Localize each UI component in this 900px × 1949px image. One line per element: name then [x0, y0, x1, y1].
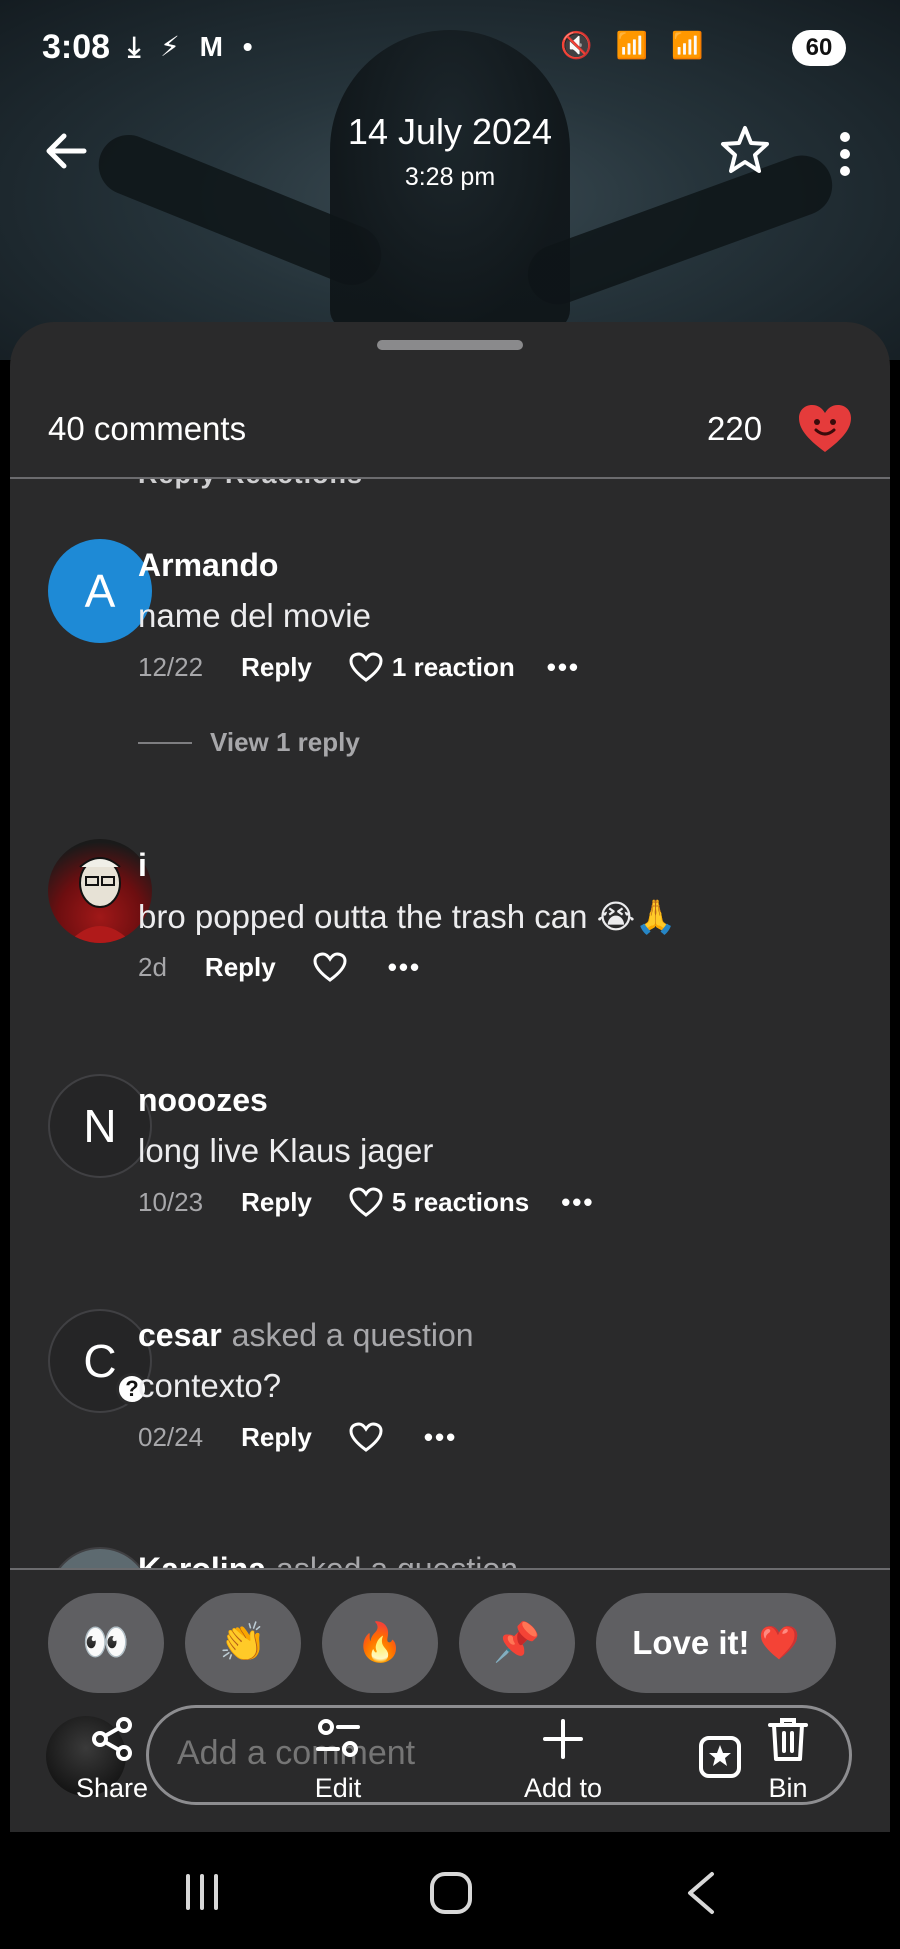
view-replies-label: View 1 reply	[210, 727, 360, 757]
plus-icon	[543, 1719, 583, 1759]
star-icon	[721, 126, 769, 173]
status-time: 3:08	[42, 28, 111, 66]
heart-outline-icon	[349, 1422, 383, 1452]
quick-reaction-clap[interactable]: 👏	[185, 1593, 301, 1693]
more-options-button[interactable]	[830, 127, 860, 181]
reply-button[interactable]: Reply	[241, 1422, 312, 1453]
comment-author[interactable]: nooozes	[138, 1082, 268, 1119]
viewer-header: 14 July 2024 3:28 pm	[0, 95, 900, 215]
comment-author-suffix: asked a question	[231, 1317, 474, 1353]
reply-button[interactable]: Reply	[205, 952, 276, 983]
bin-label: Bin	[768, 1773, 808, 1803]
quick-reaction-pin[interactable]: 📌	[459, 1593, 575, 1693]
comment-meta: 10/23 Reply 5 reactions •••	[138, 1186, 595, 1218]
partial-comment-meta: Reply Reactions	[138, 479, 363, 490]
avatar-illustration	[68, 857, 132, 943]
bin-button[interactable]: Bin	[718, 1705, 858, 1804]
system-icons: 🔇 📶 📶	[560, 30, 712, 60]
heart-reaction-button[interactable]	[796, 402, 854, 456]
comment-author[interactable]: cesar asked a question	[138, 1317, 474, 1354]
view-replies-button[interactable]: View 1 reply	[138, 727, 360, 758]
react-button[interactable]: 1 reaction	[348, 651, 515, 683]
react-button[interactable]: 5 reactions	[348, 1186, 529, 1218]
system-nav-bar	[0, 1838, 900, 1949]
comment-meta: 2d Reply •••	[138, 951, 421, 983]
comment-text: bro popped outta the trash can 😭🙏	[138, 898, 677, 935]
edit-label: Edit	[314, 1773, 362, 1803]
status-bar: 3:08 ⤓ ⚡ M • 🔇 📶 📶 60	[0, 0, 900, 95]
notification-icons: ⤓ ⚡ M •	[128, 31, 259, 62]
love-it-button[interactable]: Love it! ❤️	[596, 1593, 836, 1693]
likes-count: 220	[707, 410, 763, 447]
comment-author-name: Karolina	[138, 1551, 267, 1569]
avatar[interactable]	[48, 1547, 152, 1569]
reply-thread-line	[138, 741, 192, 744]
comments-header: 40 comments 220	[10, 372, 890, 477]
heart-face-icon	[799, 405, 851, 452]
comment-more-icon[interactable]: •••	[424, 1422, 457, 1453]
edit-button[interactable]: Edit	[268, 1705, 408, 1804]
sheet-drag-handle[interactable]	[377, 340, 523, 350]
list-divider	[10, 1568, 890, 1570]
reaction-count: 5 reactions	[391, 1186, 530, 1217]
share-icon	[92, 1717, 132, 1761]
comment-date: 12/22	[138, 651, 204, 682]
comment-author[interactable]: Armando	[138, 547, 278, 584]
add-to-button[interactable]: Add to	[493, 1705, 633, 1804]
heart-outline-icon	[349, 1187, 383, 1217]
back-nav-icon[interactable]	[680, 1870, 720, 1916]
comment-more-icon[interactable]: •••	[547, 652, 580, 683]
comment-author-name: cesar	[138, 1317, 222, 1353]
comment-date: 02/24	[138, 1421, 204, 1452]
comment-author[interactable]: i	[138, 847, 147, 884]
avatar[interactable]	[48, 839, 152, 943]
reply-button[interactable]: Reply	[241, 1187, 312, 1218]
comment-author-suffix: asked a question	[276, 1551, 518, 1569]
bottom-actions-bar: Share Edit Add to Bin	[0, 1705, 900, 1835]
comment-date: 2d	[138, 951, 167, 982]
quick-reaction-fire[interactable]: 🔥	[322, 1593, 438, 1693]
comments-count: 40 comments	[48, 410, 247, 447]
comments-list[interactable]: Reply Reactions A Armando name del movie…	[10, 479, 890, 1569]
sliders-icon	[316, 1719, 360, 1757]
battery-badge: 60	[792, 30, 846, 66]
comment-more-icon[interactable]: •••	[388, 952, 421, 983]
comment-text: contexto?	[138, 1367, 282, 1404]
reaction-count: 1 reaction	[391, 651, 515, 682]
comment-text: long live Klaus jager	[138, 1132, 434, 1169]
heart-outline-icon	[313, 952, 347, 982]
comment-meta: 02/24 Reply •••	[138, 1421, 457, 1453]
share-button[interactable]: Share	[42, 1705, 182, 1804]
heart-outline-icon	[349, 652, 383, 682]
quick-reactions-bar: 👀 👏 🔥 📌 Love it! ❤️	[0, 1585, 900, 1705]
react-button[interactable]	[312, 951, 356, 983]
comment-meta: 12/22 Reply 1 reaction •••	[138, 651, 580, 683]
quick-reaction-eyes[interactable]: 👀	[48, 1593, 164, 1693]
comment-more-icon[interactable]: •••	[561, 1187, 594, 1218]
comment-author[interactable]: Karolina asked a question	[138, 1551, 518, 1569]
favorite-button[interactable]	[718, 123, 772, 177]
react-button[interactable]	[348, 1421, 392, 1453]
home-icon[interactable]	[428, 1870, 474, 1916]
more-vertical-icon	[840, 132, 850, 176]
trash-icon	[768, 1718, 808, 1761]
comment-date: 10/23	[138, 1186, 204, 1217]
add-to-label: Add to	[523, 1773, 603, 1803]
share-label: Share	[75, 1773, 149, 1803]
avatar[interactable]: A	[48, 539, 152, 643]
reply-button[interactable]: Reply	[241, 652, 312, 683]
avatar[interactable]: N	[48, 1074, 152, 1178]
recent-apps-icon[interactable]	[180, 1872, 224, 1912]
comment-text: name del movie	[138, 597, 371, 634]
